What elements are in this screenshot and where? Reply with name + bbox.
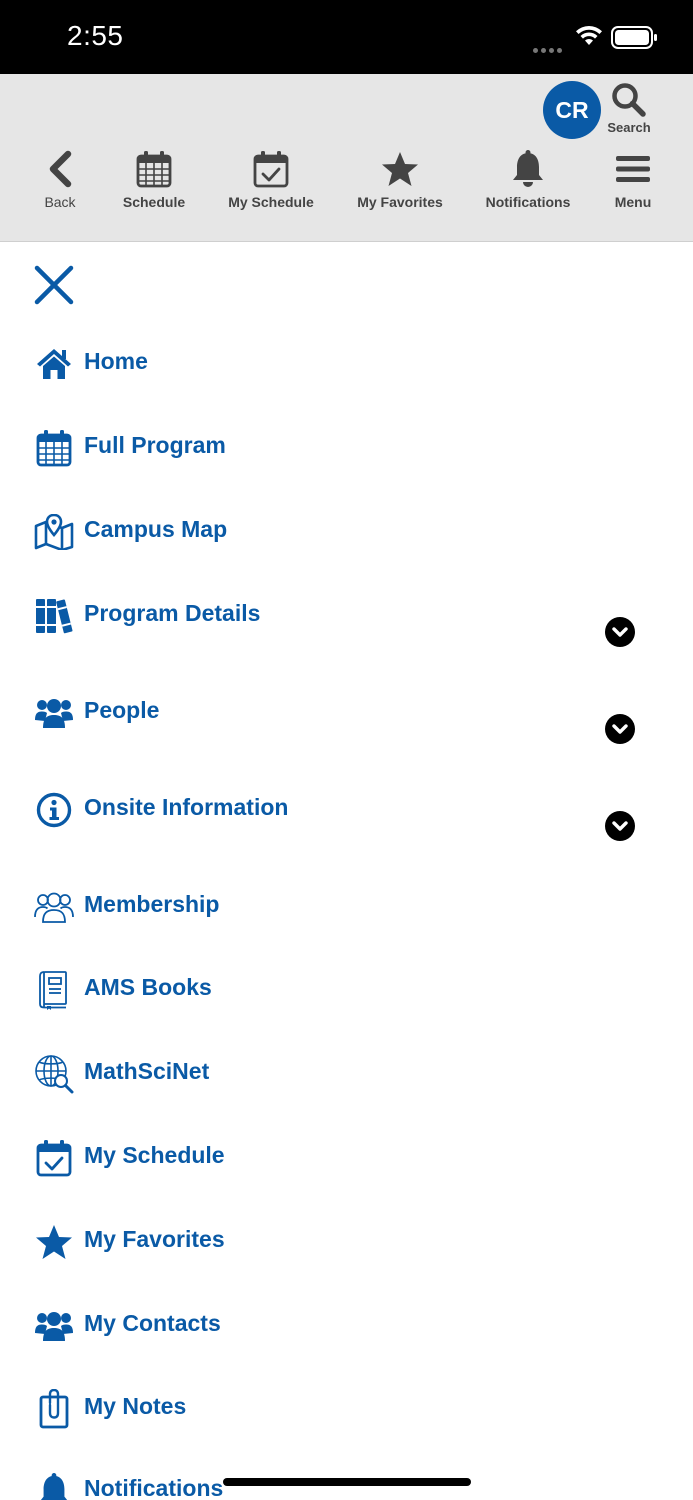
- menu-label: My Favorites: [84, 1226, 225, 1252]
- menu-item-full-program[interactable]: Full Program: [33, 427, 653, 469]
- menu-item-mathscinet[interactable]: MathSciNet: [33, 1053, 653, 1095]
- nav-schedule-button[interactable]: Schedule: [116, 150, 192, 210]
- chevron-down-icon[interactable]: [605, 714, 635, 744]
- menu-item-my-notes[interactable]: My Notes: [33, 1388, 653, 1430]
- bell-icon: [33, 1470, 75, 1500]
- menu-label: Membership: [84, 891, 220, 917]
- search-button[interactable]: Search: [603, 82, 655, 146]
- search-label: Search: [607, 120, 651, 135]
- nav-my-favorites-label: My Favorites: [357, 194, 443, 210]
- signal-icon: [533, 40, 567, 53]
- menu-label: Campus Map: [84, 516, 228, 542]
- menu-item-membership[interactable]: Membership: [33, 886, 653, 928]
- nav-notifications-button[interactable]: Notifications: [482, 150, 574, 210]
- top-toolbar: CR Search Back Schedule My Schedule My F…: [0, 74, 693, 242]
- calendar-check-icon: [253, 151, 289, 188]
- battery-icon: [611, 26, 657, 49]
- chevron-left-icon: [49, 150, 72, 188]
- menu-label: AMS Books: [84, 974, 212, 1000]
- status-bar: 2:55: [0, 0, 693, 74]
- nav-my-favorites-button[interactable]: My Favorites: [352, 150, 448, 210]
- nav-menu-button[interactable]: Menu: [608, 150, 658, 210]
- info-icon: [33, 789, 75, 831]
- menu-item-my-favorites[interactable]: My Favorites: [33, 1221, 653, 1263]
- nav-my-schedule-label: My Schedule: [228, 194, 314, 210]
- menu-label: My Contacts: [84, 1310, 221, 1336]
- close-icon: [34, 265, 74, 305]
- menu-label: Onsite Information: [84, 794, 289, 820]
- menu-item-program-details[interactable]: Program Details: [33, 595, 653, 647]
- back-label: Back: [44, 194, 76, 210]
- map-icon: [33, 511, 75, 553]
- menu-label: My Notes: [84, 1393, 187, 1419]
- bell-icon: [513, 150, 543, 187]
- menu-label: Full Program: [84, 432, 226, 458]
- menu-item-people[interactable]: People: [33, 692, 653, 744]
- menu-label: Home: [84, 348, 148, 374]
- back-button[interactable]: Back: [34, 150, 86, 210]
- menu-item-campus-map[interactable]: Campus Map: [33, 511, 653, 553]
- nav-schedule-label: Schedule: [122, 194, 186, 210]
- menu-item-my-schedule[interactable]: My Schedule: [33, 1137, 653, 1179]
- menu-item-ams-books[interactable]: AMS Books: [33, 969, 653, 1011]
- membership-icon: [33, 886, 75, 928]
- book-icon: [33, 969, 75, 1011]
- search-icon: [612, 83, 646, 117]
- menu-label: Notifications: [84, 1475, 224, 1500]
- menu-item-home[interactable]: Home: [33, 343, 653, 385]
- chevron-down-icon[interactable]: [605, 617, 635, 647]
- globe-search-icon: [33, 1053, 75, 1095]
- menu-label: People: [84, 697, 160, 723]
- star-icon: [382, 152, 418, 186]
- nav-my-schedule-button[interactable]: My Schedule: [222, 150, 320, 210]
- people-icon: [33, 692, 75, 734]
- star-icon: [33, 1221, 75, 1263]
- calendar-icon: [33, 427, 75, 469]
- menu-item-onsite-information[interactable]: Onsite Information: [33, 789, 653, 841]
- hamburger-icon: [616, 156, 650, 182]
- avatar[interactable]: CR: [543, 81, 601, 139]
- nav-menu-label: Menu: [614, 194, 652, 210]
- menu-label: Program Details: [84, 600, 261, 626]
- wifi-icon: [576, 25, 602, 45]
- home-indicator: [223, 1478, 471, 1486]
- chevron-down-icon[interactable]: [605, 811, 635, 841]
- menu-item-my-contacts[interactable]: My Contacts: [33, 1305, 653, 1347]
- status-time: 2:55: [67, 20, 124, 51]
- calendar-icon: [136, 151, 172, 188]
- people-icon: [33, 1305, 75, 1347]
- books-icon: [33, 595, 75, 637]
- menu-label: My Schedule: [84, 1142, 225, 1168]
- close-menu-button[interactable]: [33, 264, 75, 306]
- calendar-check-icon: [33, 1137, 75, 1179]
- clipboard-clip-icon: [33, 1388, 75, 1430]
- home-icon: [33, 343, 75, 385]
- menu-label: MathSciNet: [84, 1058, 210, 1084]
- nav-notifications-label: Notifications: [485, 194, 571, 210]
